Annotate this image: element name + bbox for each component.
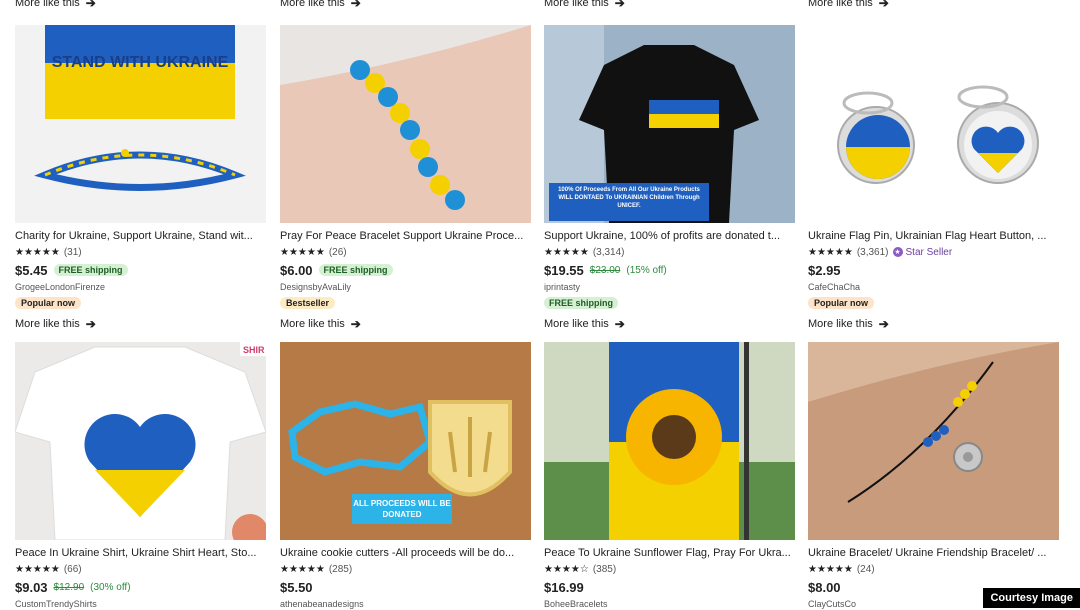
product-title[interactable]: Ukraine cookie cutters -All proceeds wil… (280, 546, 531, 560)
image-caption-text: 100% Of Proceeds From All Our Ukraine Pr… (558, 187, 700, 209)
star-rating-icon: ★★★★★ (280, 563, 325, 575)
shop-name[interactable]: iprintasty (544, 282, 795, 293)
bestseller-badge: Bestseller (280, 297, 336, 309)
more-like-this-link[interactable]: More like this ➔ (808, 317, 1059, 331)
more-like-this-link[interactable]: More like this ➔ (544, 0, 625, 10)
arrow-right-icon: ➔ (878, 317, 889, 331)
discount-label: (15% off) (626, 264, 667, 276)
product-card[interactable]: Ukraine Flag Pin, Ukrainian Flag Heart B… (808, 25, 1059, 331)
price: $8.00 (808, 579, 841, 595)
free-shipping-badge: FREE shipping (53, 264, 128, 276)
arrow-right-icon: ➔ (614, 0, 625, 10)
review-count: (26) (328, 246, 347, 258)
review-count: (66) (63, 563, 82, 575)
price: $6.00 (280, 262, 313, 278)
more-like-this-link[interactable]: More like this ➔ (280, 0, 361, 10)
shop-name[interactable]: athenabeanadesigns (280, 599, 531, 610)
popular-now-badge: Popular now (15, 297, 81, 309)
arrow-right-icon: ➔ (614, 317, 625, 331)
star-rating-icon: ★★★★★ (15, 246, 60, 258)
rating: ★★★★★ (24) (808, 563, 1059, 575)
product-title[interactable]: Charity for Ukraine, Support Ukraine, St… (15, 229, 266, 243)
product-title[interactable]: Ukraine Flag Pin, Ukrainian Flag Heart B… (808, 229, 1059, 243)
star-rating-icon: ★★★★★ (808, 563, 853, 575)
star-rating-icon: ★★★★☆ (544, 563, 589, 575)
original-price: $12.90 (53, 581, 85, 593)
review-count: (24) (856, 563, 875, 575)
review-count: (3,314) (592, 246, 625, 258)
product-image[interactable] (544, 342, 795, 540)
product-card[interactable]: ALL PROCEEDS WILL BE DONATED Ukraine coo… (280, 342, 531, 610)
product-image[interactable]: 100% Of Proceeds From All Our Ukraine Pr… (544, 25, 795, 223)
product-card[interactable]: STAND WITH UKRAINE Charity for Ukraine, … (15, 25, 266, 331)
product-image[interactable] (808, 25, 1059, 223)
rating: ★★★★☆ (385) (544, 563, 795, 575)
shop-name[interactable]: GrogeeLondonFirenze (15, 282, 266, 293)
star-seller-icon: ★ (892, 247, 903, 257)
review-count: (3,361) (856, 246, 889, 258)
price: $9.03 (15, 579, 48, 595)
arrow-right-icon: ➔ (350, 317, 361, 331)
product-card[interactable]: 100% Of Proceeds From All Our Ukraine Pr… (544, 25, 795, 331)
more-like-this-link[interactable]: More like this ➔ (280, 317, 531, 331)
more-like-this-link[interactable]: More like this ➔ (808, 0, 889, 10)
arrow-right-icon: ➔ (85, 0, 96, 10)
image-caption-text: ALL PROCEEDS WILL BE DONATED (353, 499, 451, 519)
shop-name[interactable]: CustomTrendyShirts (15, 599, 266, 610)
product-card[interactable]: Pray For Peace Bracelet Support Ukraine … (280, 25, 531, 331)
product-title[interactable]: Ukraine Bracelet/ Ukraine Friendship Bra… (808, 546, 1059, 560)
price: $2.95 (808, 262, 841, 278)
rating: ★★★★★ (3,314) (544, 246, 795, 258)
rating: ★★★★★ (26) (280, 246, 531, 258)
more-like-this-link[interactable]: More like this ➔ (544, 317, 795, 331)
more-like-this-link[interactable]: More like this ➔ (15, 317, 266, 331)
arrow-right-icon: ➔ (350, 0, 361, 10)
arrow-right-icon: ➔ (878, 0, 889, 10)
price: $16.99 (544, 579, 584, 595)
price: $5.50 (280, 579, 313, 595)
product-card[interactable]: Ukraine Bracelet/ Ukraine Friendship Bra… (808, 342, 1059, 610)
discount-label: (30% off) (90, 581, 131, 593)
free-shipping-badge: FREE shipping (318, 264, 393, 276)
arrow-right-icon: ➔ (85, 317, 96, 331)
product-title[interactable]: Peace In Ukraine Shirt, Ukraine Shirt He… (15, 546, 266, 560)
price: $5.45 (15, 262, 48, 278)
courtesy-image-watermark: Courtesy Image (983, 588, 1080, 608)
star-rating-icon: ★★★★★ (808, 246, 853, 258)
review-count: (285) (328, 563, 353, 575)
rating: ★★★★★ (3,361) ★ Star Seller (808, 246, 1059, 258)
popular-now-badge: Popular now (808, 297, 874, 309)
rating: ★★★★★ (31) (15, 246, 266, 258)
product-image[interactable]: ALL PROCEEDS WILL BE DONATED (280, 342, 531, 540)
product-title[interactable]: Peace To Ukraine Sunflower Flag, Pray Fo… (544, 546, 795, 560)
product-title[interactable]: Support Ukraine, 100% of profits are don… (544, 229, 795, 243)
product-card[interactable]: Peace To Ukraine Sunflower Flag, Pray Fo… (544, 342, 795, 610)
product-image[interactable]: STAND WITH UKRAINE (15, 25, 266, 223)
star-rating-icon: ★★★★★ (15, 563, 60, 575)
shop-name[interactable]: CafeChaCha (808, 282, 1059, 293)
shop-name[interactable]: DesignsbyAvaLily (280, 282, 531, 293)
product-image[interactable] (280, 25, 531, 223)
price: $19.55 (544, 262, 584, 278)
product-image[interactable] (808, 342, 1059, 540)
star-rating-icon: ★★★★★ (280, 246, 325, 258)
star-rating-icon: ★★★★★ (544, 246, 589, 258)
free-shipping-badge: FREE shipping (544, 297, 618, 309)
original-price: $23.00 (589, 264, 621, 276)
star-seller-badge: ★ Star Seller (892, 246, 953, 258)
shirt-tag-text: SHIR (243, 345, 265, 355)
review-count: (31) (63, 246, 82, 258)
image-sign-text: STAND WITH UKRAINE (52, 54, 229, 71)
product-title[interactable]: Pray For Peace Bracelet Support Ukraine … (280, 229, 531, 243)
more-like-this-link[interactable]: More like this ➔ (15, 0, 96, 10)
rating: ★★★★★ (66) (15, 563, 266, 575)
review-count: (385) (592, 563, 617, 575)
product-image[interactable]: SHIR (15, 342, 266, 540)
rating: ★★★★★ (285) (280, 563, 531, 575)
shop-name[interactable]: BoheeBracelets (544, 599, 795, 610)
product-card[interactable]: SHIR Peace In Ukraine Shirt, Ukraine Shi… (15, 342, 266, 610)
